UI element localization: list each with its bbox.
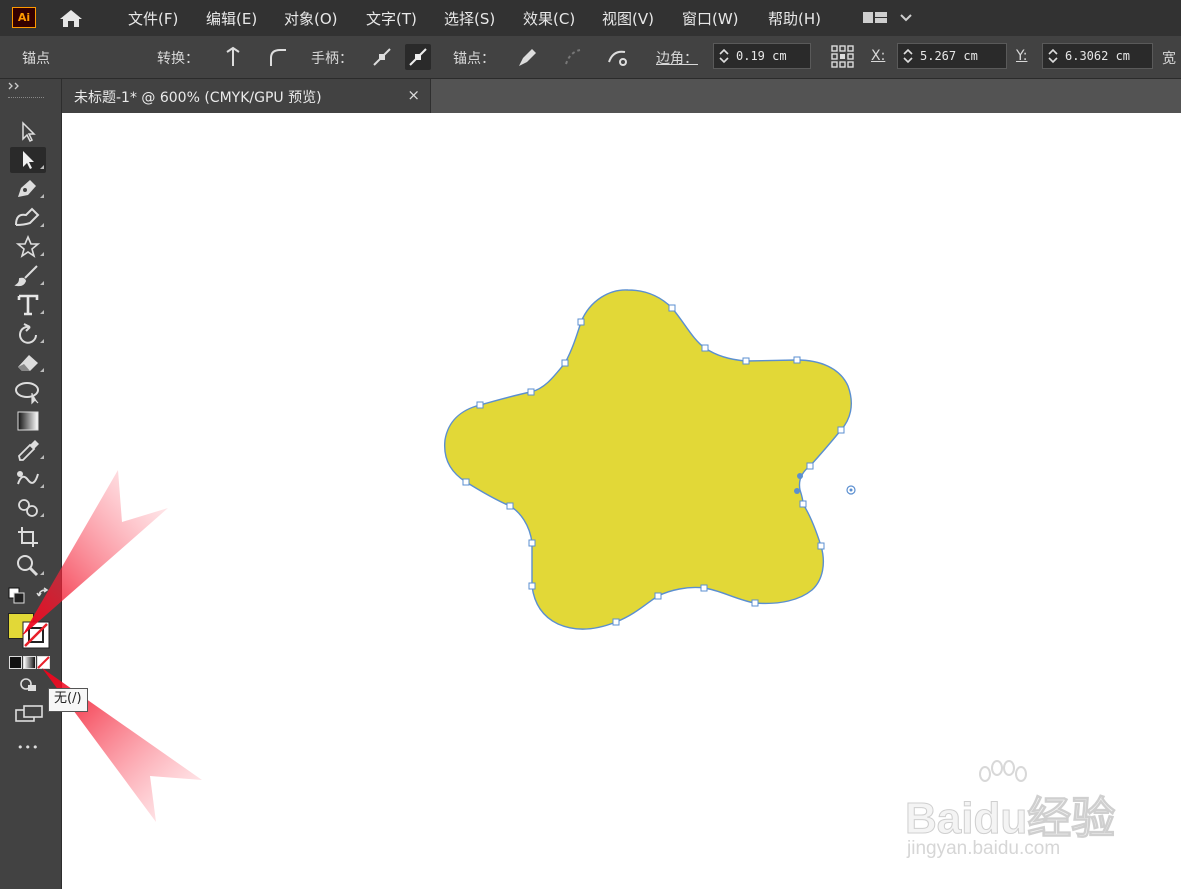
annotation-arrows (22, 470, 202, 822)
watermark-url: jingyan.baidu.com (907, 838, 1061, 859)
watermark: Baidu经验 jingyan.baidu.com (904, 760, 1120, 870)
red-arrow-upper (22, 470, 168, 636)
tooltip: 无(/) (48, 688, 88, 712)
watermark-brand: Baidu经验 (904, 794, 1116, 844)
